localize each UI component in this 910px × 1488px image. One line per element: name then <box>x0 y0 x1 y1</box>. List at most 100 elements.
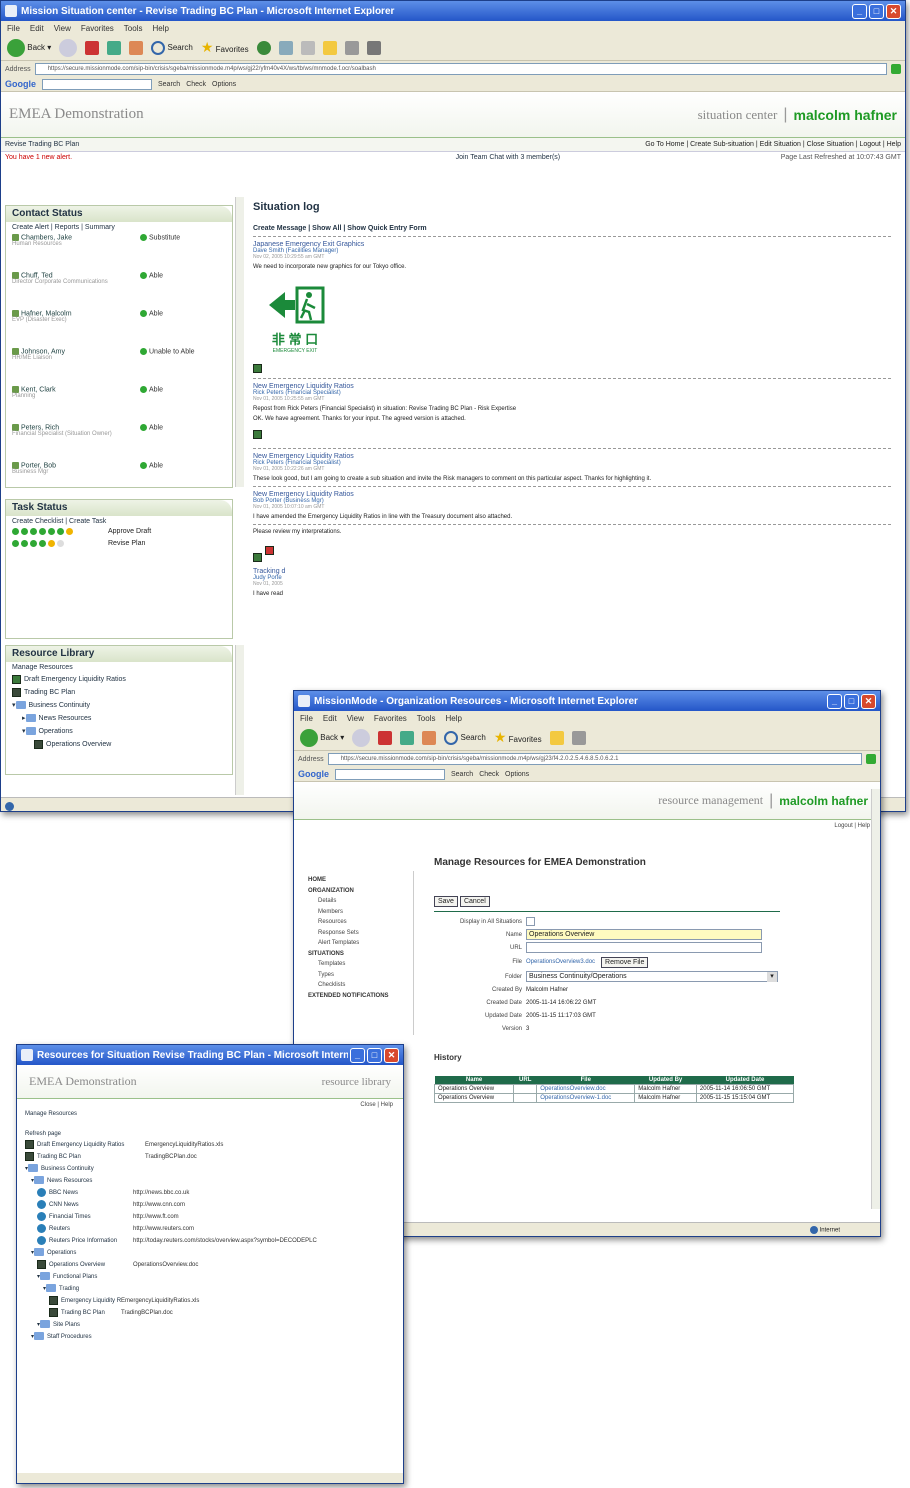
folder-select[interactable]: Business Continuity/Operations ▾ <box>526 971 778 982</box>
tree-item[interactable]: ▾ Site Plans <box>25 1319 403 1331</box>
media-icon[interactable] <box>256 40 271 55</box>
google-options-button[interactable]: Options <box>505 771 529 778</box>
org-scrollbar[interactable] <box>871 789 880 1209</box>
resource-item[interactable]: Operations Overview <box>12 738 232 751</box>
log-entry-title[interactable]: Japanese Emergency Exit Graphics <box>253 241 891 248</box>
attachment-icon[interactable] <box>253 553 262 562</box>
nav-item[interactable]: Templates <box>308 959 413 970</box>
favorites-button[interactable]: ★ Favorites <box>201 39 249 56</box>
resource-item[interactable]: Trading BC Plan <box>12 686 232 699</box>
nav-item[interactable]: Checklists <box>308 980 413 991</box>
log-entry-title[interactable]: New Emergency Liquidity Ratios <box>253 383 891 390</box>
contact-row[interactable]: Peters, Rich Financial Specialist (Situat… <box>6 423 232 461</box>
nav-item[interactable]: Resources <box>308 917 413 928</box>
task-row[interactable]: Approve Draft <box>6 527 232 539</box>
refresh-icon[interactable] <box>400 730 415 745</box>
go-icon[interactable] <box>866 754 876 764</box>
home-icon[interactable] <box>422 730 437 745</box>
google-check-button[interactable]: Check <box>479 771 499 778</box>
contact-row[interactable]: Johnson, Amy HR/ME Liaison Unable to Able <box>6 347 232 385</box>
resource-item[interactable]: ▸ News Resources <box>12 712 232 725</box>
resource-scrollbar[interactable] <box>235 645 244 795</box>
task-row[interactable]: Revise Plan <box>6 539 232 551</box>
save-button[interactable]: Save <box>434 896 458 907</box>
menu-help[interactable]: Help <box>445 714 461 723</box>
task-links[interactable]: Create Checklist | Create Task <box>6 516 232 527</box>
lib-close-help[interactable]: Close | Help <box>17 1099 403 1111</box>
top-link-close[interactable]: Close Situation <box>807 141 854 148</box>
search-button[interactable]: Search <box>444 730 486 745</box>
log-entry-title[interactable]: New Emergency Liquidity Ratios <box>253 491 891 498</box>
print-icon[interactable] <box>571 730 586 745</box>
name-field[interactable]: Operations Overview <box>526 929 762 940</box>
menu-help[interactable]: Help <box>152 24 168 33</box>
remove-file-button[interactable]: Remove File <box>601 956 649 968</box>
tree-item[interactable]: Trading BC Plan TradingBCPlan.doc <box>25 1151 403 1163</box>
folder-icon[interactable] <box>549 730 564 745</box>
nav-extended[interactable]: EXTENDED NOTIFICATIONS <box>308 991 413 1002</box>
contact-row[interactable]: Chambers, Jake Human Resources Substitute <box>6 233 232 271</box>
minimize-button[interactable]: _ <box>350 1047 365 1063</box>
minimize-button[interactable]: _ <box>827 693 842 709</box>
history-icon[interactable] <box>278 40 293 55</box>
google-search-input[interactable] <box>335 768 445 780</box>
folder-icon[interactable] <box>322 40 337 55</box>
history-file-link[interactable]: OperationsOverview-1.doc <box>536 1093 636 1103</box>
google-options-button[interactable]: Options <box>212 81 236 88</box>
top-link-help[interactable]: Help <box>887 141 901 148</box>
nav-organization[interactable]: ORGANIZATION <box>308 886 413 897</box>
menu-file[interactable]: File <box>300 714 313 723</box>
tree-item[interactable]: BBC News http://news.bbc.co.uk <box>25 1187 403 1199</box>
top-link-edit[interactable]: Edit Situation <box>760 141 801 148</box>
breadcrumb[interactable]: Revise Trading BC Plan <box>5 141 645 148</box>
history-file-link[interactable]: OperationsOverview.doc <box>536 1084 636 1094</box>
display-all-checkbox[interactable] <box>526 917 535 926</box>
forward-icon[interactable] <box>352 728 371 747</box>
resource-item[interactable]: Draft Emergency Liquidity Ratios <box>12 673 232 686</box>
tree-item[interactable]: Financial Times http://www.ft.com <box>25 1211 403 1223</box>
menu-tools[interactable]: Tools <box>417 714 436 723</box>
go-icon[interactable] <box>891 64 901 74</box>
resource-item[interactable]: ▾ Operations <box>12 725 232 738</box>
messenger-icon[interactable] <box>366 40 381 55</box>
alert-text[interactable]: You have 1 new alert. <box>5 154 235 162</box>
tree-item[interactable]: Reuters Price Information http://today.re… <box>25 1235 403 1247</box>
google-search-input[interactable] <box>42 78 152 90</box>
nav-item[interactable]: Response Sets <box>308 928 413 939</box>
menu-view[interactable]: View <box>54 24 71 33</box>
back-button[interactable]: Back ▾ <box>300 728 344 747</box>
tree-item[interactable]: ▾ Staff Procedures <box>25 1331 403 1343</box>
attachment-icon[interactable] <box>265 546 274 555</box>
nav-item[interactable]: Alert Templates <box>308 938 413 949</box>
contact-row[interactable]: Porter, Bob Business Mgr Able <box>6 461 232 487</box>
tree-item[interactable]: Trading BC Plan TradingBCPlan.doc <box>25 1307 403 1319</box>
home-icon[interactable] <box>129 40 144 55</box>
attachment-icon[interactable] <box>253 430 262 440</box>
google-check-button[interactable]: Check <box>186 81 206 88</box>
tree-item[interactable]: ▾ Trading <box>25 1283 403 1295</box>
file-link[interactable]: OperationsOverview3.doc <box>526 959 595 965</box>
log-links[interactable]: Create Message | Show All | Show Quick E… <box>253 225 891 232</box>
tree-item[interactable]: ▾ Business Continuity <box>25 1163 403 1175</box>
contact-links[interactable]: Create Alert | Reports | Summary <box>6 222 232 233</box>
top-link-logout[interactable]: Logout <box>859 141 880 148</box>
contact-row[interactable]: Chuff, Ted Director Corporate Communicati… <box>6 271 232 309</box>
lib-refresh[interactable]: Refresh page <box>17 1131 403 1139</box>
log-entry-title[interactable]: Tracking d <box>253 568 891 575</box>
team-chat-link[interactable]: Join Team Chat with 3 member(s) <box>235 154 781 162</box>
log-entry-title[interactable]: New Emergency Liquidity Ratios <box>253 453 891 460</box>
contact-row[interactable]: Kent, Clark Planning Able <box>6 385 232 423</box>
tree-item[interactable]: Draft Emergency Liquidity Ratios Emergenc… <box>25 1139 403 1151</box>
maximize-button[interactable]: □ <box>869 3 884 19</box>
lib-manage-resources[interactable]: Manage Resources <box>17 1111 403 1131</box>
google-search-button[interactable]: Search <box>158 81 180 88</box>
tree-item[interactable]: Operations Overview OperationsOverview.do… <box>25 1259 403 1271</box>
cancel-button[interactable]: Cancel <box>459 896 490 907</box>
nav-situations[interactable]: SITUATIONS <box>308 949 413 960</box>
menu-favorites[interactable]: Favorites <box>374 714 407 723</box>
menu-tools[interactable]: Tools <box>124 24 143 33</box>
close-button[interactable]: ✕ <box>886 3 901 19</box>
menu-favorites[interactable]: Favorites <box>81 24 114 33</box>
maximize-button[interactable]: □ <box>844 693 859 709</box>
menu-file[interactable]: File <box>7 24 20 33</box>
